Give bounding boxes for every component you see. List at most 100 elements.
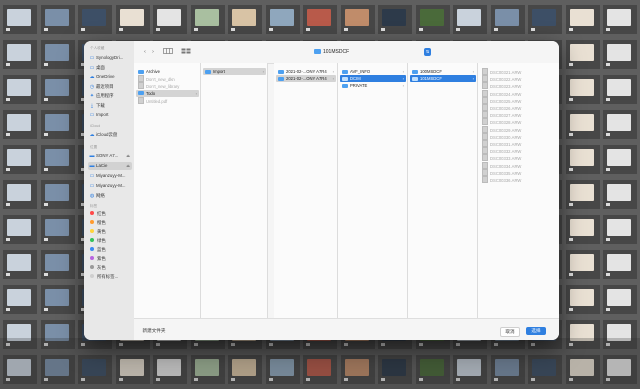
file-row[interactable]: DSC00332.ARW [480, 147, 557, 155]
column-6[interactable]: DSC00321.ARW DSC00322.ARW DSC00323.ARW DSC0… [478, 63, 559, 318]
file-row[interactable]: Don't_new_dkn [136, 75, 199, 83]
sidebar-item[interactable]: ▭ SynologyDri... [88, 54, 132, 62]
photo-preview [607, 149, 631, 166]
sidebar-item-label: 橙色 [97, 220, 106, 225]
sidebar-tag-item[interactable]: 所有标签... [88, 273, 132, 281]
sidebar-item-label: 灰色 [97, 265, 106, 270]
sidebar-item[interactable]: ▬ SONY A7... ⏏ [88, 152, 132, 160]
folder-row[interactable]: 101MSDCF › [410, 75, 476, 83]
folder-row[interactable]: Todo › [136, 89, 199, 97]
sidebar-tag-item[interactable]: 蓝色 [88, 246, 132, 254]
file-row[interactable]: Don't_new_library [136, 82, 199, 90]
column-view-toggle[interactable] [162, 48, 174, 56]
path-popup-arrows[interactable]: ⇅ [424, 48, 431, 56]
file-row[interactable]: DSC00326.ARW [480, 104, 557, 111]
photo-preview [607, 219, 631, 236]
column-4[interactable]: AVF_INFO › DCIM › PRIVATE › [338, 63, 408, 318]
file-row[interactable]: Untitled.pdf [136, 96, 199, 104]
eject-icon[interactable]: ⏏ [126, 162, 130, 170]
columns-icon [163, 48, 173, 54]
thumbnail-badge [568, 203, 573, 206]
photo-thumbnail [78, 5, 112, 34]
document-icon [482, 176, 488, 183]
sidebar-item[interactable]: ✦ 应用程序 [88, 92, 132, 100]
photo-preview [569, 114, 594, 131]
column-3[interactable]: 2021-02-...ONY A7R4 › 2021-02-...ONY A7R4 › [274, 63, 338, 318]
back-button[interactable]: ‹ [142, 48, 148, 56]
folder-row[interactable]: DCIM › [340, 75, 406, 83]
cancel-button[interactable]: 取消 [500, 327, 520, 337]
column-5[interactable]: 100MSDCF › 101MSDCF › [408, 63, 478, 318]
photo-preview [7, 254, 31, 271]
folder-row[interactable]: PRIVATE › [340, 82, 406, 89]
column-1[interactable]: Archive Don't_new_dkn Don't_new_library Tod… [134, 63, 201, 318]
thumbnail-badge [6, 308, 10, 311]
sidebar-item[interactable]: ☁ OneDrive [88, 73, 132, 81]
photo-thumbnail [565, 145, 600, 174]
sidebar-item[interactable]: ▭ Miyanzuyy-M... [88, 172, 132, 180]
sidebar-item[interactable]: ▭ 桌面 [88, 64, 132, 72]
sidebar-item[interactable]: ☁ iCloud云盘 [88, 131, 132, 139]
path-label: 101MSDCF [323, 49, 350, 55]
forward-button[interactable]: › [150, 48, 156, 56]
file-row[interactable]: DSC00333.ARW [480, 154, 557, 162]
file-row[interactable]: DSC00325.ARW [480, 96, 557, 104]
document-icon [482, 75, 488, 83]
sidebar: 个人收藏 ▭ SynologyDri... ▭ 桌面 ☁ OneDrive ◷ 最近项目 ✦ 应用… [84, 41, 135, 340]
file-row[interactable]: DSC00331.ARW [480, 140, 557, 147]
thumbnail-badge [568, 238, 573, 241]
photo-thumbnail [490, 5, 525, 34]
folder-icon [412, 76, 418, 81]
file-row[interactable]: DSC00328.ARW [480, 118, 557, 126]
choose-button[interactable]: 选择 [526, 327, 546, 335]
photo-thumbnail [3, 180, 37, 209]
photo-preview [44, 184, 69, 201]
file-row[interactable]: DSC00329.ARW [480, 125, 557, 133]
folder-row[interactable]: Import › [203, 68, 266, 75]
sidebar-item[interactable]: ▬ LaCie ⏏ [88, 162, 132, 170]
row-label: DSC00328.ARW [490, 120, 522, 126]
photo-preview [419, 9, 444, 26]
folder-row[interactable]: 2021-02-...ONY A7R4 › [276, 75, 336, 83]
thumbnail-badge [43, 238, 48, 241]
folder-row[interactable]: Archive [136, 68, 199, 75]
sidebar-item[interactable]: ⤓ 下载 [88, 102, 132, 110]
sidebar-item-label: 红色 [97, 211, 106, 216]
photo-thumbnail [40, 5, 75, 34]
file-row[interactable]: DSC00335.ARW [480, 168, 557, 176]
file-row[interactable]: DSC00323.ARW [480, 82, 557, 90]
sidebar-item[interactable]: ◷ 最近项目 [88, 83, 132, 91]
sidebar-item[interactable]: ▭ Import [88, 111, 132, 119]
new-folder-button[interactable]: 新建文件夹 [141, 327, 167, 335]
thumbnail-badge [568, 308, 573, 311]
drive-icon: ▬ [89, 153, 95, 159]
thumbnail-badge [43, 28, 48, 31]
sidebar-tag-item[interactable]: 黄色 [88, 228, 132, 236]
file-row[interactable]: DSC00321.ARW [480, 68, 557, 75]
file-row[interactable]: DSC00327.ARW [480, 111, 557, 119]
folder-row[interactable]: 100MSDCF › [410, 68, 476, 75]
folder-icon [138, 69, 144, 74]
sidebar-tag-item[interactable]: 红色 [88, 210, 132, 218]
sidebar-item[interactable]: ▭ Miyanzuyy-M... [88, 182, 132, 190]
sidebar-tag-item[interactable]: 绿色 [88, 237, 132, 245]
folder-row[interactable]: 2021-02-...ONY A7R4 › [276, 68, 336, 75]
group-view-toggle[interactable] [180, 48, 192, 56]
photo-thumbnail [340, 5, 375, 34]
sidebar-tag-item[interactable]: 橙色 [88, 219, 132, 227]
path-popup[interactable]: 101MSDCF [314, 47, 349, 57]
thumbnail-badge [568, 98, 573, 101]
file-row[interactable]: DSC00322.ARW [480, 75, 557, 83]
folder-row[interactable]: AVF_INFO › [340, 68, 406, 75]
sidebar-tag-item[interactable]: 紫色 [88, 255, 132, 263]
file-row[interactable]: DSC00330.ARW [480, 132, 557, 140]
file-row[interactable]: DSC00336.ARW [480, 176, 557, 183]
sidebar-item[interactable]: ◍ 网络 [88, 192, 132, 200]
tag-color-dot [90, 256, 94, 260]
eject-icon[interactable]: ⏏ [126, 152, 130, 160]
file-row[interactable]: DSC00324.ARW [480, 89, 557, 97]
folder-icon [342, 69, 348, 74]
column-2[interactable]: Import › [201, 63, 268, 318]
file-row[interactable]: DSC00334.ARW [480, 161, 557, 169]
sidebar-tag-item[interactable]: 灰色 [88, 264, 132, 272]
